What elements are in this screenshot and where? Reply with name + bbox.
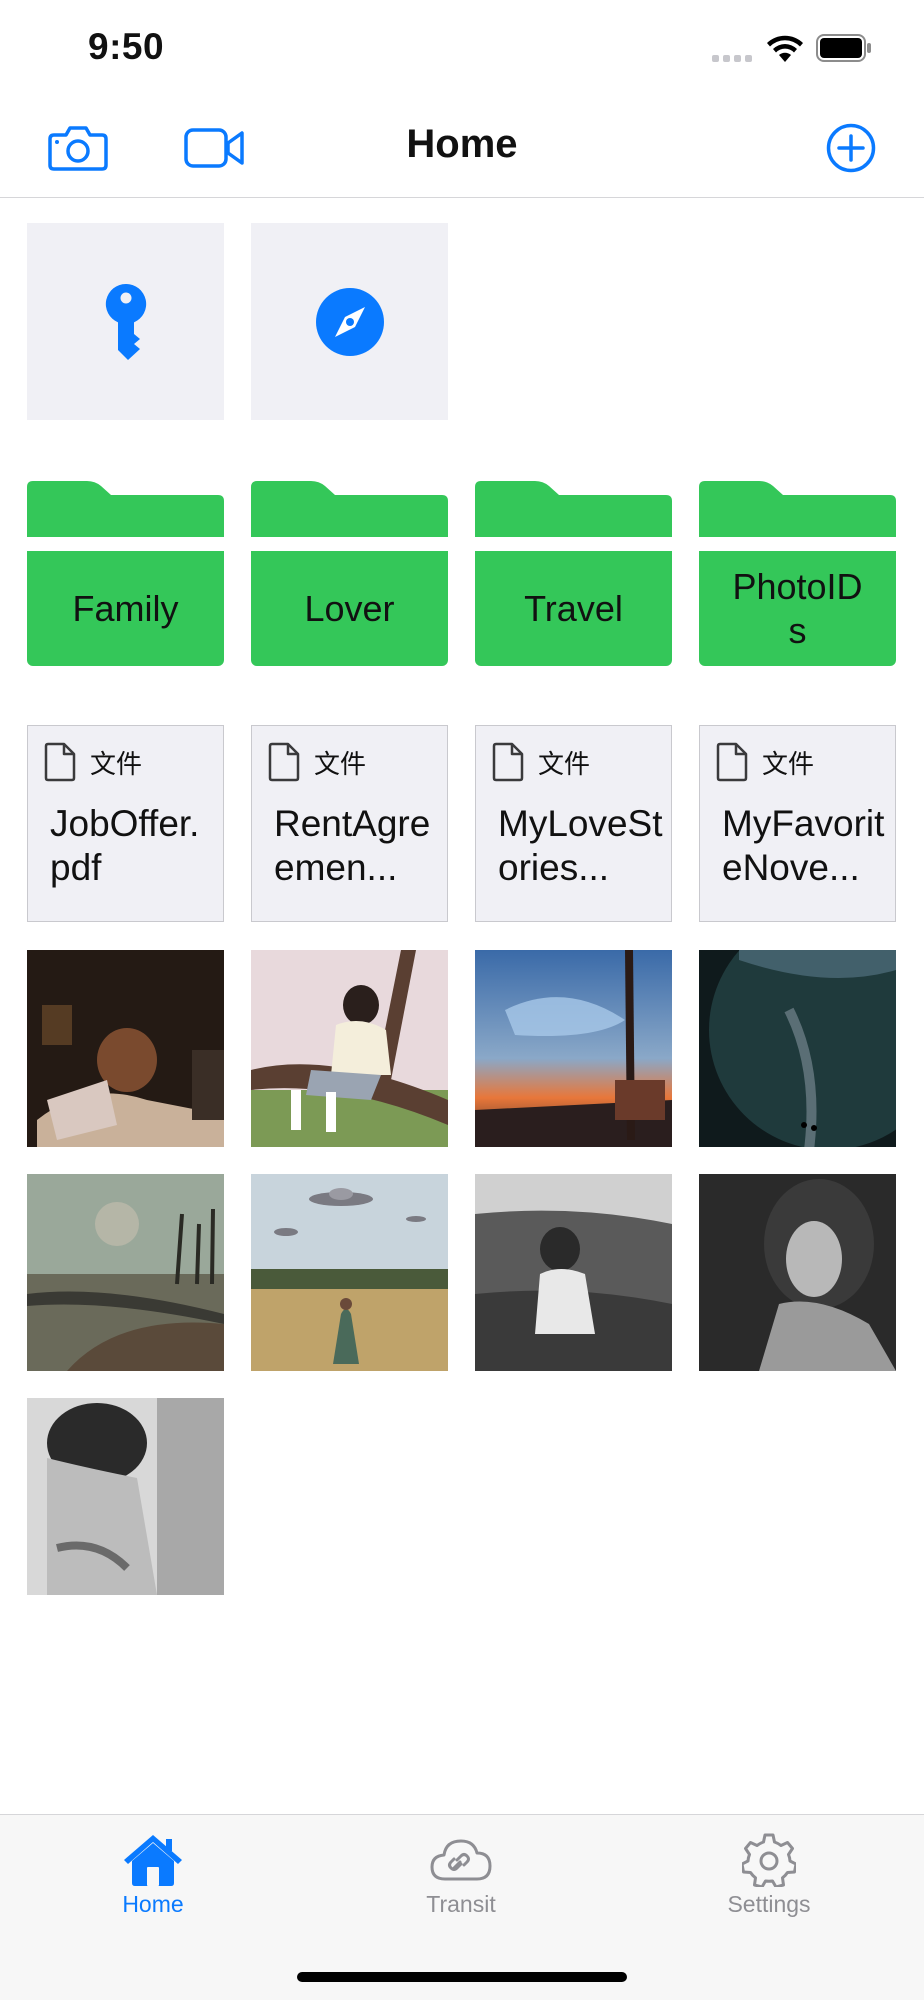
photo-thumbnail[interactable] <box>251 1174 448 1371</box>
document-kind-label: 文件 <box>762 749 815 780</box>
tab-label: Home <box>122 1891 184 1917</box>
photo-thumbnail[interactable] <box>475 950 672 1147</box>
photo-thumbnail[interactable] <box>27 950 224 1147</box>
photo-thumbnail[interactable] <box>27 1174 224 1371</box>
tab-label: Transit <box>426 1891 496 1917</box>
folder-icon <box>699 481 896 537</box>
folder-label: PhotoIDs <box>732 565 863 651</box>
photo-thumbnail[interactable] <box>475 1174 672 1371</box>
gear-icon <box>742 1833 796 1887</box>
document-name: MyFavoriteNove... <box>722 803 885 888</box>
browser-shortcut-tile[interactable] <box>251 223 448 420</box>
folder-photoids[interactable]: PhotoIDs <box>699 481 896 666</box>
battery-icon <box>816 34 871 62</box>
document-tile[interactable]: 文件 MyFavoriteNove... <box>699 725 896 922</box>
document-icon <box>492 742 524 782</box>
add-button[interactable] <box>820 120 882 176</box>
key-icon <box>105 283 146 360</box>
passwords-shortcut-tile[interactable] <box>27 223 224 420</box>
home-indicator <box>297 1972 627 1982</box>
folder-label: Family <box>72 587 179 629</box>
tab-label: Settings <box>727 1891 811 1917</box>
photo-thumbnail[interactable] <box>699 1174 896 1371</box>
navigation-bar: Home <box>0 100 924 198</box>
folder-icon <box>475 481 672 537</box>
tab-home[interactable]: Home <box>63 1833 243 1918</box>
photo-thumbnail[interactable] <box>27 1398 224 1595</box>
folder-label: Lover <box>304 587 395 629</box>
document-icon <box>268 742 300 782</box>
status-time: 9:50 <box>88 26 165 67</box>
compass-icon <box>315 287 384 356</box>
document-kind-label: 文件 <box>90 749 143 780</box>
wifi-icon <box>767 35 803 62</box>
folder-lover[interactable]: Lover <box>251 481 448 666</box>
document-kind-label: 文件 <box>314 749 367 780</box>
document-icon <box>716 742 748 782</box>
cellular-signal-icon <box>712 55 752 62</box>
document-icon <box>44 742 76 782</box>
folder-icon <box>27 481 224 537</box>
status-bar: 9:50 <box>0 0 924 100</box>
plus-circle-icon <box>826 123 876 173</box>
document-name: MyLoveStories... <box>498 803 663 888</box>
photo-thumbnail[interactable] <box>699 950 896 1147</box>
cloud-link-icon <box>430 1839 492 1881</box>
document-tile[interactable]: 文件 JobOffer.pdf <box>27 725 224 922</box>
document-name: JobOffer.pdf <box>50 803 200 888</box>
page-title: Home <box>406 122 518 166</box>
folder-label: Travel <box>524 587 623 629</box>
folder-icon <box>251 481 448 537</box>
folder-family[interactable]: Family <box>27 481 224 666</box>
tab-transit[interactable]: Transit <box>371 1833 551 1918</box>
document-name: RentAgreemen... <box>274 803 431 888</box>
document-kind-label: 文件 <box>538 749 591 780</box>
tab-settings[interactable]: Settings <box>679 1833 859 1918</box>
photo-thumbnail[interactable] <box>251 950 448 1147</box>
document-tile[interactable]: 文件 MyLoveStories... <box>475 725 672 922</box>
house-icon <box>124 1835 182 1886</box>
folder-travel[interactable]: Travel <box>475 481 672 666</box>
document-tile[interactable]: 文件 RentAgreemen... <box>251 725 448 922</box>
